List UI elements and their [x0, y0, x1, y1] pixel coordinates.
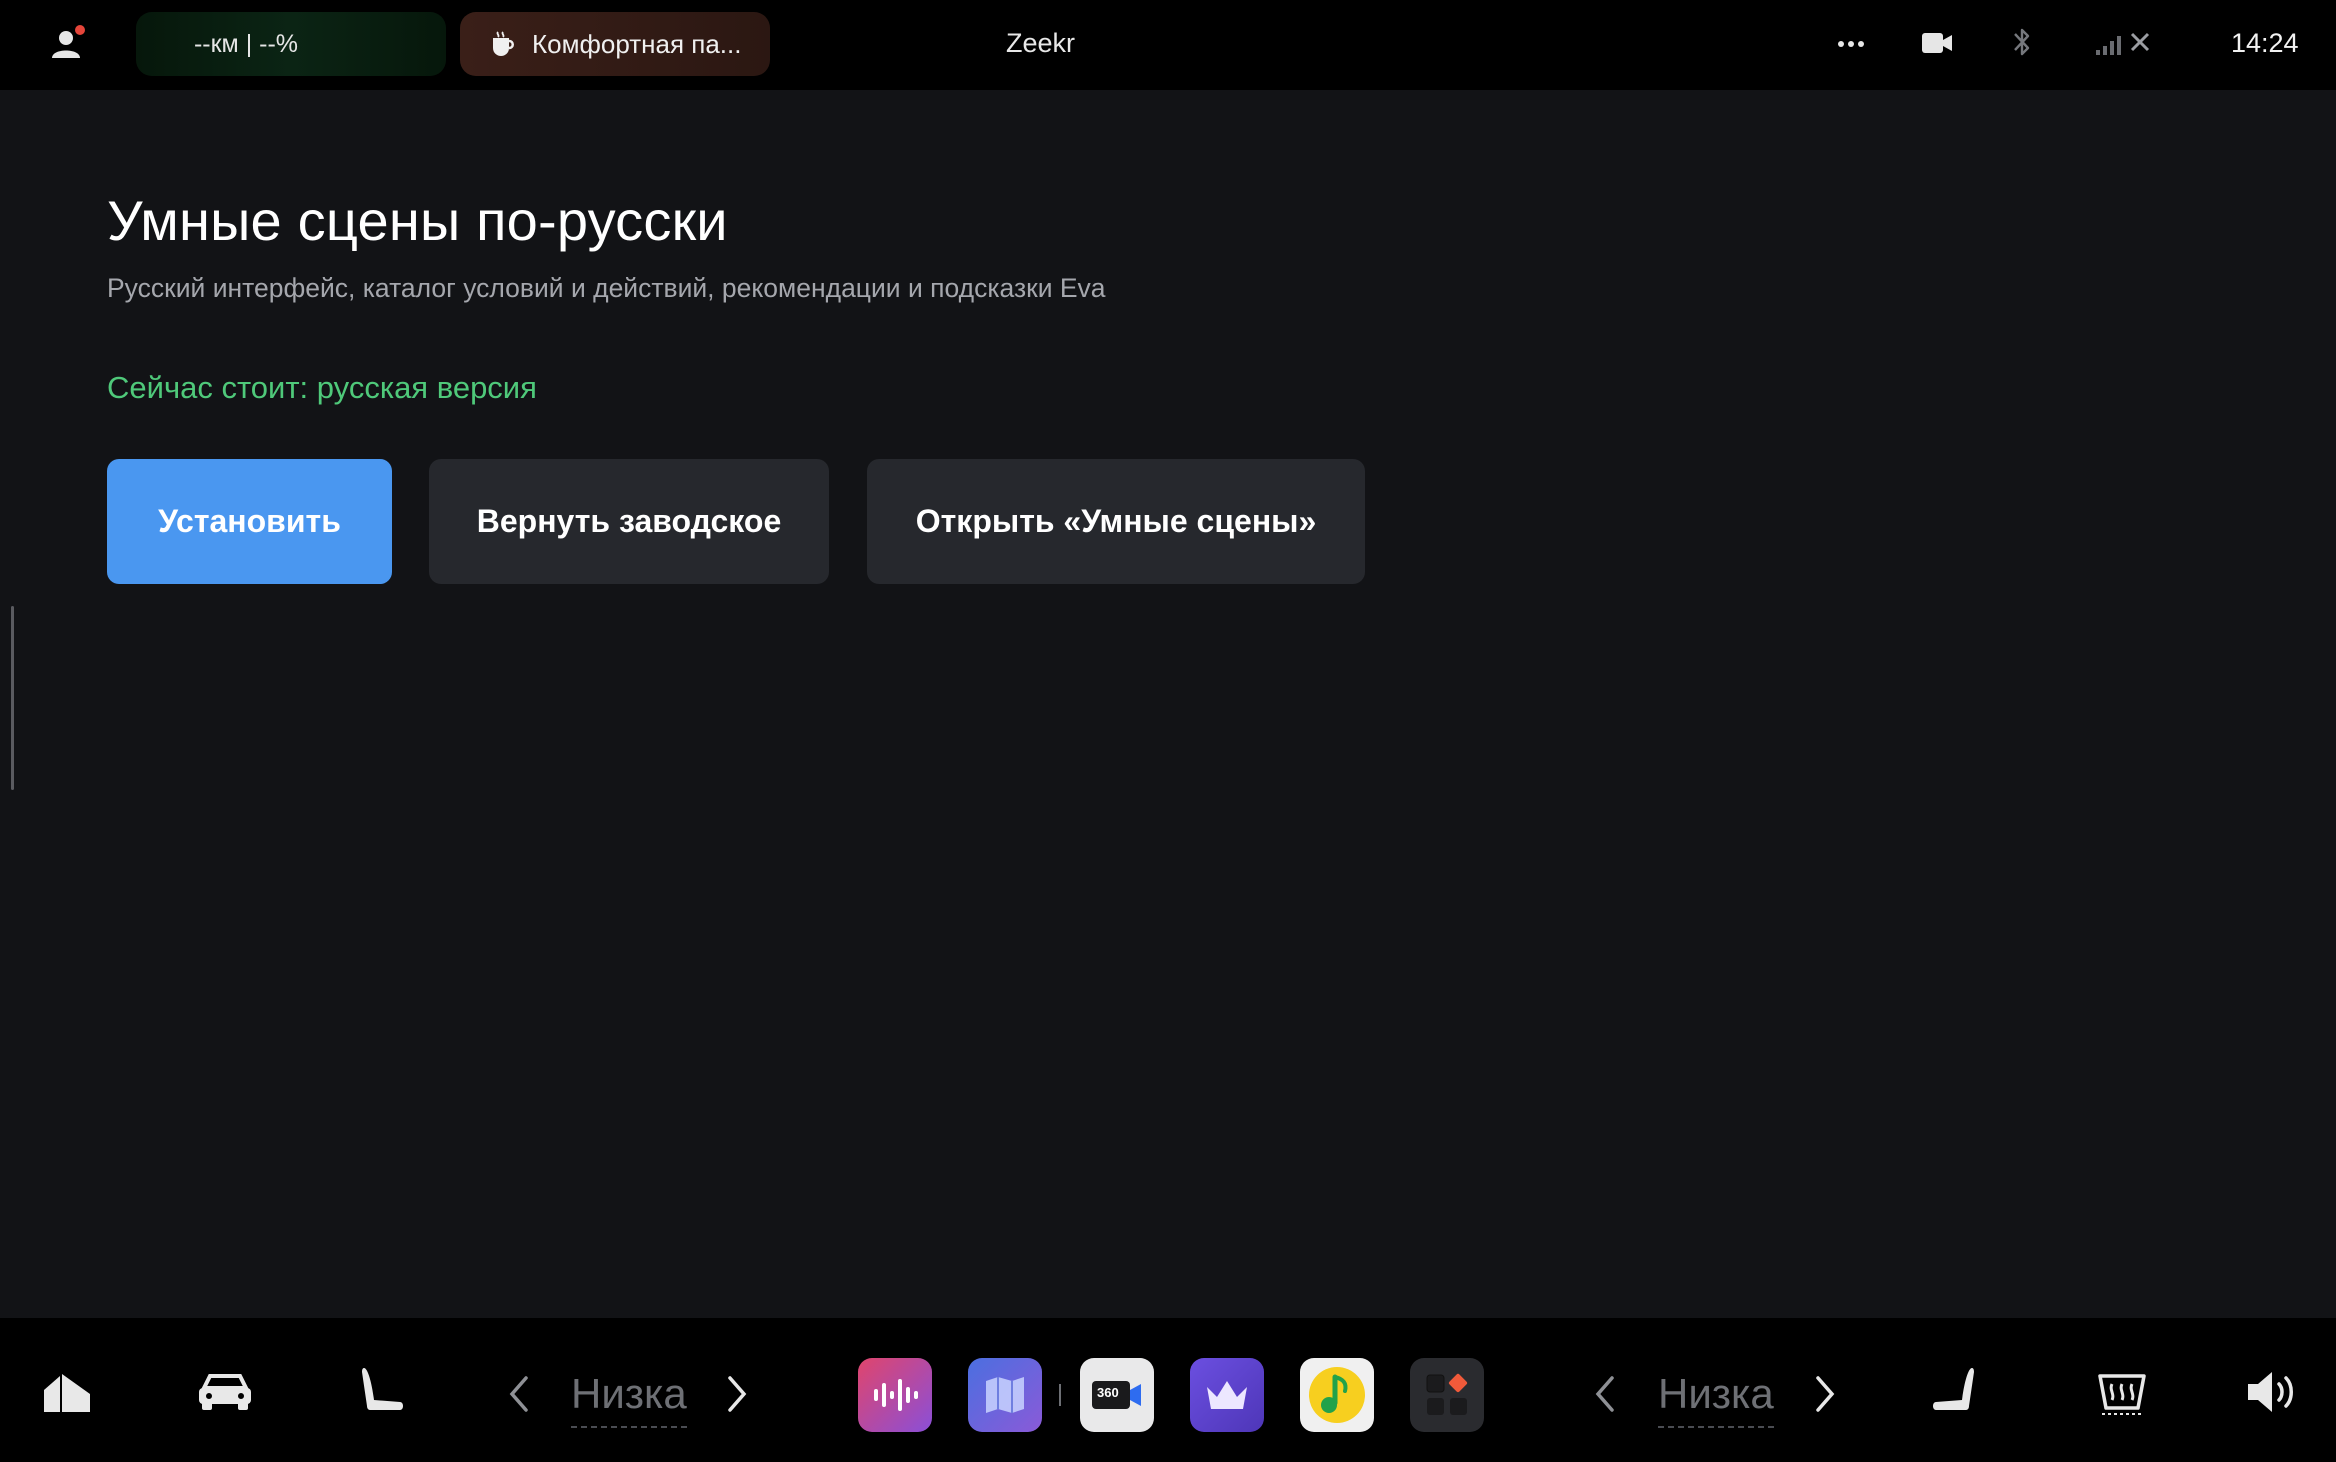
- maps-app-icon[interactable]: [968, 1358, 1042, 1432]
- car-icon[interactable]: [196, 1370, 254, 1419]
- voice-app-icon[interactable]: [858, 1358, 932, 1432]
- volume-icon[interactable]: [2244, 1368, 2300, 1421]
- status-bar: --км | --% Комфортная па... Zeekr 14:24: [0, 0, 2336, 90]
- user-icon[interactable]: [48, 24, 88, 64]
- drive-mode-pill[interactable]: Комфортная па...: [460, 12, 770, 76]
- crown-app-icon[interactable]: [1190, 1358, 1264, 1432]
- scroll-indicator: [11, 606, 14, 790]
- install-button[interactable]: Установить: [107, 459, 392, 584]
- rear-defrost-icon[interactable]: [2094, 1368, 2150, 1423]
- drive-mode-text: Комфортная па...: [532, 28, 742, 59]
- right-temp-decrease-icon[interactable]: [1592, 1374, 1618, 1419]
- restore-factory-button[interactable]: Вернуть заводское: [429, 459, 829, 584]
- range-text: --км | --%: [193, 29, 299, 58]
- open-smart-scenes-button[interactable]: Открыть «Умные сцены»: [867, 459, 1365, 584]
- page-title: Умные сцены по-русски: [107, 189, 728, 252]
- dock-separator: [1059, 1384, 1061, 1406]
- left-temp-decrease-icon[interactable]: [506, 1374, 532, 1419]
- app-launcher-icon[interactable]: [1410, 1358, 1484, 1432]
- brand-label: Zeekr: [1006, 28, 1076, 58]
- camera-360-app-icon[interactable]: 360: [1080, 1358, 1154, 1432]
- right-temp-increase-icon[interactable]: [1812, 1374, 1838, 1419]
- cup-icon: [493, 31, 514, 56]
- home-icon[interactable]: [40, 1368, 94, 1423]
- passenger-seat-icon[interactable]: [1930, 1364, 1978, 1423]
- right-temp-label: Низка: [1658, 1370, 1774, 1417]
- camera-360-label: 360: [1097, 1385, 1119, 1400]
- range-pill[interactable]: --км | --%: [136, 12, 446, 76]
- left-temp-label: Низка: [571, 1370, 687, 1417]
- more-icon[interactable]: [1836, 30, 1866, 63]
- page-subtitle: Русский интерфейс, каталог условий и дей…: [107, 273, 1106, 303]
- install-status: Сейчас стоит: русская версия: [107, 370, 537, 405]
- driver-seat-icon[interactable]: [358, 1364, 406, 1423]
- music-app-icon[interactable]: [1300, 1358, 1374, 1432]
- left-temp-increase-icon[interactable]: [724, 1374, 750, 1419]
- left-temp-value[interactable]: Низка: [571, 1370, 687, 1428]
- bluetooth-icon[interactable]: [2010, 24, 2034, 65]
- dashcam-icon[interactable]: [1920, 28, 1954, 63]
- signal-icon: [2094, 28, 2160, 63]
- bottom-dock: Низка 360 Низка: [0, 1318, 2336, 1462]
- clock: 14:24: [2231, 28, 2299, 58]
- right-temp-value[interactable]: Низка: [1658, 1370, 1774, 1428]
